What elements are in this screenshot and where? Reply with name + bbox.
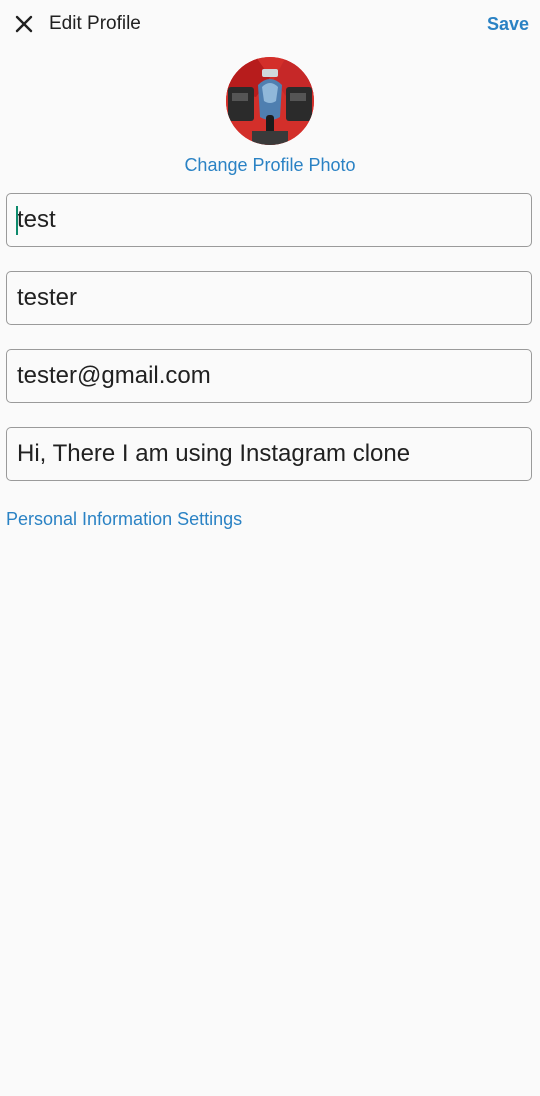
change-profile-photo-link[interactable]: Change Profile Photo <box>0 153 540 177</box>
name-input-value: test <box>16 205 56 235</box>
close-icon <box>15 15 33 33</box>
bio-field[interactable]: Hi, There I am using Instagram clone <box>6 427 532 481</box>
email-field[interactable]: tester@gmail.com <box>6 349 532 403</box>
close-button[interactable] <box>10 10 38 38</box>
profile-photo <box>226 57 314 145</box>
bio-value: Hi, There I am using Instagram clone <box>17 440 411 467</box>
top-app-bar: Edit Profile Save <box>0 0 540 48</box>
text-cursor <box>16 206 18 235</box>
name-field[interactable]: test <box>6 193 532 247</box>
personal-information-settings-link[interactable]: Personal Information Settings <box>6 507 242 531</box>
username-value: tester <box>17 284 78 311</box>
name-value: test <box>17 206 56 233</box>
profile-avatar[interactable] <box>226 57 314 145</box>
save-button[interactable]: Save <box>487 12 529 36</box>
page-title: Edit Profile <box>49 13 141 34</box>
username-field[interactable]: tester <box>6 271 532 325</box>
email-value: tester@gmail.com <box>17 362 211 389</box>
